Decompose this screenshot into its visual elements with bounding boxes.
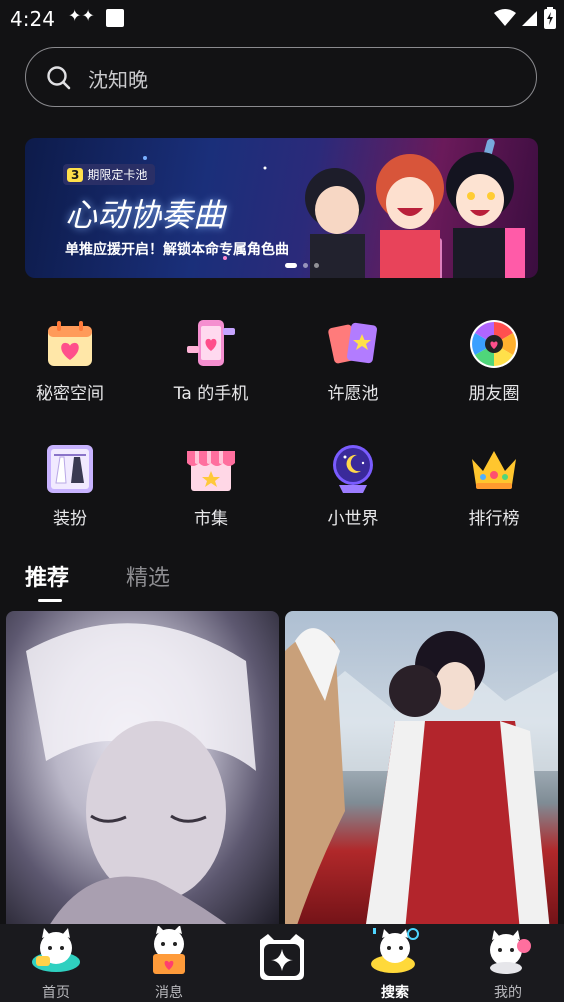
- battery-icon: [544, 7, 556, 29]
- feature-label: 排行榜: [468, 509, 520, 529]
- banner-tag-text: 期限定卡池: [87, 168, 148, 182]
- feature-leaderboard[interactable]: 排行榜: [424, 443, 564, 529]
- banner-tag-number: 3: [67, 168, 84, 182]
- feature-label: 市集: [194, 509, 228, 529]
- character-portrait-image: [285, 628, 558, 931]
- banner-title: 心动协奏曲: [65, 196, 226, 234]
- tab-recommend[interactable]: 推荐: [25, 560, 69, 592]
- feature-wish-pool[interactable]: 许愿池: [283, 318, 423, 404]
- feature-market[interactable]: 市集: [141, 443, 281, 529]
- feature-dress-up[interactable]: 装扮: [0, 443, 140, 529]
- feature-label: Ta 的手机: [173, 384, 249, 404]
- search-placeholder: 沈知晚: [88, 68, 148, 92]
- phone-heart-icon: [187, 320, 235, 366]
- feature-label: 秘密空间: [36, 384, 104, 404]
- sparkle-icon: ✦✦: [68, 6, 95, 25]
- tab-featured[interactable]: 精选: [126, 560, 170, 592]
- profile-cat-icon: [490, 930, 531, 974]
- nav-home[interactable]: 首页: [0, 924, 112, 1002]
- nav-search[interactable]: 搜索: [339, 924, 451, 1002]
- search-input[interactable]: 沈知晚: [25, 47, 537, 107]
- status-time: 4:24: [10, 7, 55, 31]
- wifi-icon: [494, 9, 516, 26]
- banner-subtitle: 单推应援开启！解锁本命专属角色曲: [65, 242, 289, 258]
- tab-active-indicator: [38, 599, 62, 602]
- crown-icon: [472, 451, 516, 489]
- feature-secret-space[interactable]: 秘密空间: [0, 318, 140, 404]
- search-icon: [47, 66, 71, 90]
- feature-label: 许愿池: [327, 384, 379, 404]
- banner-tag: 3 期限定卡池: [63, 164, 156, 185]
- wardrobe-icon: [47, 445, 93, 493]
- status-indicators: [494, 7, 556, 29]
- bottom-navigation: 首页 消息 搜索 我的: [0, 924, 564, 1002]
- wish-cards-icon: [328, 322, 378, 364]
- nav-profile[interactable]: 我的: [452, 924, 564, 1002]
- banner-pagination: [285, 263, 319, 268]
- message-cat-icon: [153, 926, 185, 974]
- feature-label: 装扮: [53, 509, 87, 529]
- character-card[interactable]: [285, 611, 558, 931]
- feature-small-world[interactable]: 小世界: [283, 443, 423, 529]
- promo-banner[interactable]: 3 期限定卡池 心动协奏曲 单推应援开启！解锁本命专属角色曲: [25, 138, 538, 278]
- cell-signal-icon: [522, 11, 537, 26]
- nav-label: 消息: [155, 985, 183, 1001]
- feature-label: 小世界: [327, 509, 379, 529]
- nav-label: 搜索: [381, 985, 409, 1001]
- feature-label: 朋友圈: [468, 384, 520, 404]
- feature-ta-phone[interactable]: Ta 的手机: [141, 318, 281, 404]
- square-notification-icon: [106, 9, 124, 27]
- market-stall-icon: [187, 451, 235, 491]
- nav-create[interactable]: [226, 924, 338, 1002]
- search-cat-icon: [371, 928, 419, 973]
- nav-label: 我的: [494, 985, 522, 1001]
- character-portrait-image: [26, 623, 256, 931]
- calendar-heart-icon: [48, 321, 92, 366]
- nav-messages[interactable]: 消息: [113, 924, 225, 1002]
- create-plus-icon: [260, 934, 304, 980]
- crystal-ball-icon: [333, 445, 373, 493]
- feature-moments[interactable]: 朋友圈: [424, 318, 564, 404]
- moments-wheel-icon: [470, 320, 518, 368]
- status-bar: 4:24 ✦✦: [0, 0, 564, 38]
- nav-label: 首页: [42, 985, 70, 1001]
- character-card[interactable]: [6, 611, 279, 931]
- home-cat-icon: [32, 928, 80, 972]
